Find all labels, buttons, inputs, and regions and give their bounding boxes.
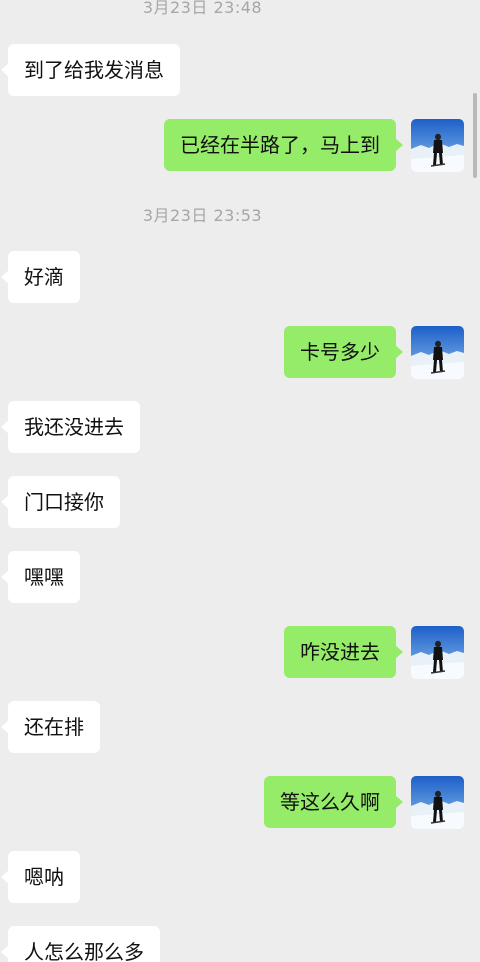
message-bubble-outgoing[interactable]: 咋没进去 (284, 626, 403, 678)
message-bubble-incoming[interactable]: 我还没进去 (1, 401, 140, 453)
avatar[interactable] (411, 776, 464, 829)
avatar-image (411, 326, 464, 379)
avatar[interactable] (411, 119, 464, 172)
message-bubble-incoming[interactable]: 好滴 (1, 251, 80, 303)
message-bubble-incoming[interactable]: 门口接你 (1, 476, 120, 528)
message-bubble-incoming[interactable]: 还在排 (1, 701, 100, 753)
timestamp: 3月23日 23:53 (142, 206, 263, 225)
avatar[interactable] (411, 326, 464, 379)
message-bubble-incoming[interactable]: 人怎么那么多 (1, 926, 160, 962)
message-bubble-outgoing[interactable]: 已经在半路了，马上到 (164, 119, 403, 171)
avatar[interactable] (411, 626, 464, 679)
avatar-image (411, 119, 464, 172)
message-bubble-outgoing[interactable]: 卡号多少 (284, 326, 403, 378)
message-bubble-incoming[interactable]: 嘿嘿 (1, 551, 80, 603)
message-bubble-incoming[interactable]: 嗯呐 (1, 851, 80, 903)
message-bubble-outgoing[interactable]: 等这么久啊 (264, 776, 403, 828)
timestamp: 3月23日 23:48 (142, 0, 263, 17)
chat-window[interactable]: 3月23日 23:48 到了给我发消息 已经在半路了，马上到 3月23日 23:… (0, 0, 480, 962)
scrollbar[interactable] (473, 93, 477, 178)
avatar-image (411, 776, 464, 829)
message-bubble-incoming[interactable]: 到了给我发消息 (1, 44, 180, 96)
avatar-image (411, 626, 464, 679)
